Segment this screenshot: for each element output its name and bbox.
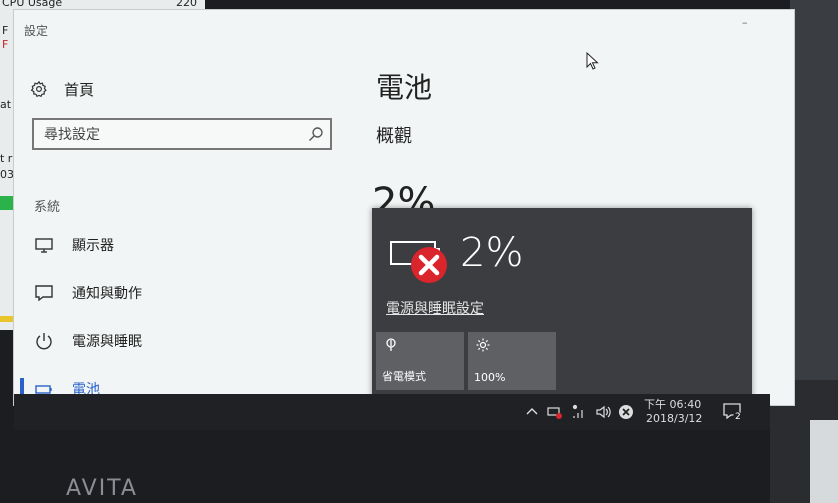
bg-fragment: F [2,24,9,37]
sidebar-item-label: 通知與動作 [72,286,142,302]
clock-date[interactable]: 2018/3/12 [646,412,702,425]
sidebar-home[interactable]: 首頁 [30,78,94,100]
battery-saver-tile[interactable]: 省電模式 [376,332,464,390]
sidebar-item-display[interactable]: 顯示器 [20,230,350,260]
bright-edge [810,420,838,503]
bg-fragment: F [2,38,9,51]
page-title: 電池 [376,71,433,104]
sidebar-item-power[interactable]: 電源與睡眠 [20,326,350,356]
cpu-usage-value: 220 [176,0,197,9]
flyout-battery-percent: 2% [460,230,524,276]
network-icon[interactable] [571,404,587,420]
disconnected-icon[interactable] [618,404,634,420]
notification-count: 2 [733,412,743,422]
tile-label: 100% [474,371,506,384]
mouse-cursor-icon [586,52,599,70]
power-sleep-settings-link[interactable]: 電源與睡眠設定 [386,298,484,318]
chevron-up-icon[interactable] [524,404,540,420]
volume-icon[interactable] [595,404,611,420]
message-icon [35,285,53,302]
home-label: 首頁 [64,80,95,99]
bg-fragment: t r [0,152,13,165]
battery-flyout: 2% 電源與睡眠設定 省電模式 100% [372,208,752,398]
overview-heading: 概觀 [376,126,412,147]
clock-time[interactable]: 下午 06:40 [644,396,701,412]
minimize-button[interactable]: – [742,16,754,29]
battery-warning-icon[interactable] [547,404,563,420]
battery-saver-icon [386,338,396,351]
brightness-tile[interactable]: 100% [468,332,556,390]
section-label: 系統 [34,200,61,215]
bg-fragment: 03 [0,168,14,181]
error-icon [411,247,447,283]
brightness-icon [476,338,490,352]
search-icon[interactable] [308,126,324,142]
window-title: 設定 [24,24,49,38]
sidebar-item-notifications[interactable]: 通知與動作 [20,278,350,308]
sidebar-item-label: 電源與睡眠 [72,334,142,350]
gear-icon [30,80,47,98]
taskbar: 下午 06:40 2018/3/12 2 [14,394,770,430]
screen-edge-region [790,0,838,400]
search-box[interactable] [32,118,332,150]
laptop-brand-logo: AVITA [66,476,138,501]
power-icon [36,333,52,350]
tile-label: 省電模式 [382,370,426,383]
monitor-icon [35,238,53,253]
bg-fragment: at [0,98,12,111]
search-input[interactable] [42,124,296,146]
sidebar-item-label: 顯示器 [72,238,114,254]
cpu-usage-label: CPU Usage [2,0,63,9]
